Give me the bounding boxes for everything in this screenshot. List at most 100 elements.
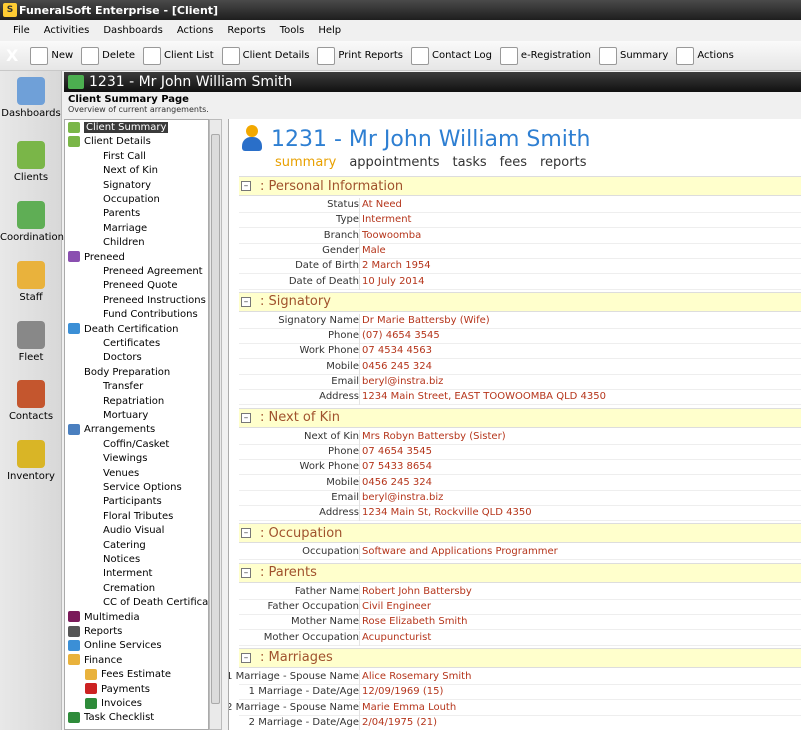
tree-item-audio-visual[interactable]: Audio Visual <box>103 524 164 538</box>
menu-help[interactable]: Help <box>311 25 348 36</box>
tree-item-body-preparation[interactable]: Body Preparation <box>68 366 170 380</box>
column-divider <box>359 584 360 600</box>
tab-summary[interactable]: summary <box>275 155 336 170</box>
menu-actions[interactable]: Actions <box>170 25 221 36</box>
tree-item-certificates[interactable]: Certificates <box>103 337 160 351</box>
tree-item-service-options[interactable]: Service Options <box>103 481 182 495</box>
tree-item-floral-tributes[interactable]: Floral Tributes <box>103 510 173 524</box>
tab-appointments[interactable]: appointments <box>349 155 439 170</box>
tree-item-finance[interactable]: Finance <box>68 654 122 668</box>
menu-reports[interactable]: Reports <box>220 25 272 36</box>
contact-log-icon <box>410 46 429 65</box>
tree-item-signatory[interactable]: Signatory <box>103 179 151 193</box>
tree-item-client-details[interactable]: Client Details <box>68 135 151 149</box>
tree-item-label: Multimedia <box>84 611 140 623</box>
tree-item-cc-of-death-certificate[interactable]: CC of Death Certificate <box>103 596 208 610</box>
tree-item-client-summary[interactable]: Client Summary <box>68 121 170 135</box>
nav-fleet[interactable]: Fleet <box>0 321 62 363</box>
tree-item-transfer[interactable]: Transfer <box>103 380 143 394</box>
nav-dashboards[interactable]: Dashboards <box>0 77 62 119</box>
nav-label: Coordination <box>0 232 64 243</box>
tree-item-mortuary[interactable]: Mortuary <box>103 409 148 423</box>
client-details-icon <box>68 135 80 147</box>
tree-item-children[interactable]: Children <box>103 236 145 250</box>
tree-item-fees-estimate[interactable]: Fees Estimate <box>85 668 171 682</box>
field-value: Marie Emma Louth <box>362 701 457 713</box>
field-label: Address <box>319 391 359 403</box>
summary-button[interactable]: Summary <box>599 46 668 65</box>
tree-item-task-checklist[interactable]: Task Checklist <box>68 711 154 725</box>
tree-item-marriage[interactable]: Marriage <box>103 222 147 236</box>
tree-item-parents[interactable]: Parents <box>103 207 140 221</box>
print-reports-button[interactable]: Print Reports <box>317 46 403 65</box>
tab-tasks[interactable]: tasks <box>453 155 487 170</box>
tree-item-venues[interactable]: Venues <box>103 467 139 481</box>
column-divider <box>359 329 360 345</box>
field-label: Gender <box>322 244 359 256</box>
tree-item-invoices[interactable]: Invoices <box>85 697 142 711</box>
menu-tools[interactable]: Tools <box>273 25 312 36</box>
tab-reports[interactable]: reports <box>540 155 586 170</box>
tree-item-label: Children <box>103 237 145 249</box>
tree-item-preneed-instructions[interactable]: Preneed Instructions <box>103 294 206 308</box>
client-details-label: Client Details <box>242 50 310 61</box>
contact-log-button[interactable]: Contact Log <box>410 46 492 65</box>
collapse-toggle[interactable]: – <box>241 652 251 663</box>
collapse-toggle[interactable]: – <box>241 567 251 578</box>
nav-contacts[interactable]: Contacts <box>0 380 62 422</box>
tree-item-repatriation[interactable]: Repatriation <box>103 395 164 409</box>
tree-item-cremation[interactable]: Cremation <box>103 582 155 596</box>
tree-item-preneed-agreement[interactable]: Preneed Agreement <box>103 265 203 279</box>
tree-item-next-of-kin[interactable]: Next of Kin <box>103 164 158 178</box>
tree-item-preneed[interactable]: Preneed <box>68 251 125 265</box>
e-registration-button[interactable]: e-Registration <box>499 46 591 65</box>
tree-item-catering[interactable]: Catering <box>103 539 146 553</box>
tab-fees[interactable]: fees <box>500 155 527 170</box>
collapse-toggle[interactable]: – <box>241 181 251 191</box>
tree-item-doctors[interactable]: Doctors <box>103 351 142 365</box>
invoices-icon <box>85 697 97 709</box>
tree-item-death-certification[interactable]: Death Certification <box>68 323 178 337</box>
nav-coordination[interactable]: Coordination <box>0 201 64 243</box>
tree-item-preneed-quote[interactable]: Preneed Quote <box>103 279 177 293</box>
client-details-button[interactable]: Client Details <box>221 46 310 65</box>
tree-item-arrangements[interactable]: Arrangements <box>68 423 155 437</box>
scrollbar-thumb[interactable] <box>211 134 220 704</box>
tree-item-online-services[interactable]: Online Services <box>68 639 162 653</box>
client-list-button[interactable]: Client List <box>143 46 214 65</box>
tree-item-label: Preneed Instructions <box>103 294 206 306</box>
collapse-toggle[interactable]: – <box>241 528 251 539</box>
menu-dashboards[interactable]: Dashboards <box>96 25 169 36</box>
tree-item-notices[interactable]: Notices <box>103 553 140 567</box>
tree-item-occupation[interactable]: Occupation <box>103 193 160 207</box>
info-row: 1 Marriage - Spouse Name Alice Rosemary S… <box>229 669 801 685</box>
field-value: 2/04/1975 (21) <box>362 716 437 728</box>
info-row: 1 Marriage - Date/Age 12/09/1969 (15) <box>239 685 801 701</box>
tree-item-fund-contributions[interactable]: Fund Contributions <box>103 308 198 322</box>
tree-scrollbar[interactable] <box>209 119 222 730</box>
delete-button[interactable]: Delete <box>81 46 135 65</box>
new-button[interactable]: New <box>30 46 73 65</box>
column-divider <box>359 259 360 275</box>
tree-item-participants[interactable]: Participants <box>103 495 162 509</box>
actions-button[interactable]: Actions <box>676 46 734 65</box>
menu-activities[interactable]: Activities <box>37 25 97 36</box>
tree-item-coffin-casket[interactable]: Coffin/Casket <box>103 438 169 452</box>
tree-item-reports[interactable]: Reports <box>68 625 122 639</box>
tree-item-first-call[interactable]: First Call <box>103 150 146 164</box>
tree-item-multimedia[interactable]: Multimedia <box>68 611 140 625</box>
nav-inventory[interactable]: Inventory <box>0 440 62 482</box>
tree-item-interment[interactable]: Interment <box>103 567 152 581</box>
tree-item-label: Repatriation <box>103 395 165 407</box>
tree-item-payments[interactable]: Payments <box>85 683 150 697</box>
tree-item-label: Next of Kin <box>103 165 158 177</box>
menu-file[interactable]: File <box>6 25 37 36</box>
tree-item-label: Body Preparation <box>84 366 171 378</box>
collapse-toggle[interactable]: – <box>241 412 251 423</box>
section-title: : Signatory <box>260 294 331 310</box>
nav-staff[interactable]: Staff <box>0 261 62 303</box>
tree-item-viewings[interactable]: Viewings <box>103 452 147 466</box>
collapse-toggle[interactable]: – <box>241 296 251 307</box>
nav-clients[interactable]: Clients <box>0 141 62 183</box>
close-icon[interactable]: X <box>6 46 18 65</box>
